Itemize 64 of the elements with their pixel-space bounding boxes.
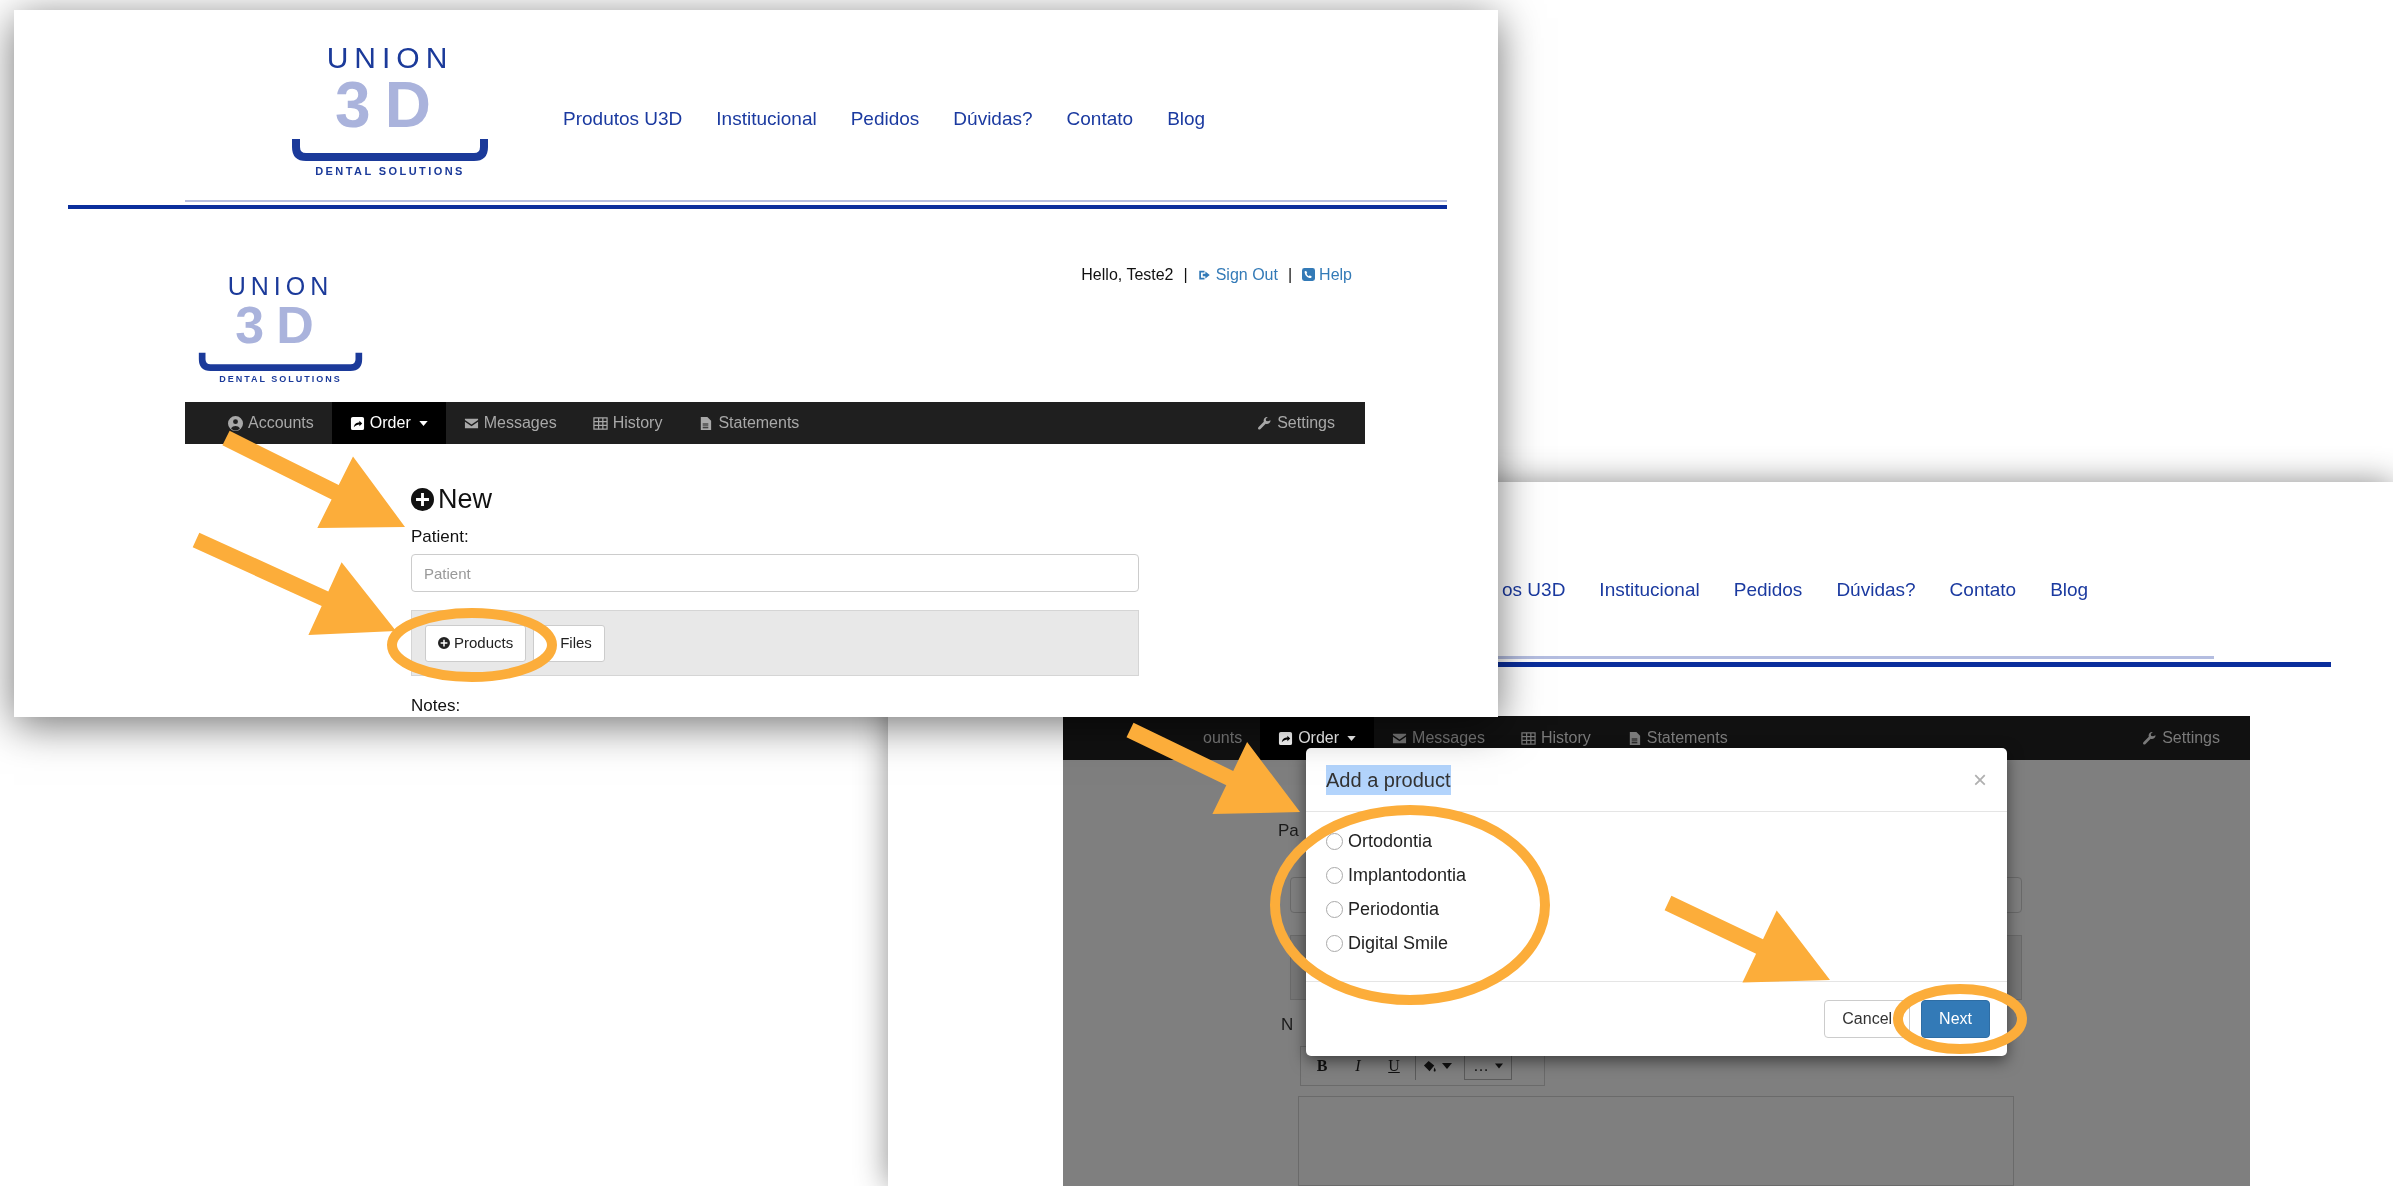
- form-label: Notes:: [411, 695, 462, 717]
- logo-mark: 3D: [335, 73, 445, 137]
- nav-tab[interactable]: Order: [331, 402, 446, 444]
- radio-button[interactable]: [1326, 935, 1343, 952]
- option-label: Ortodontia: [1348, 830, 1433, 853]
- paint-bucket-icon: [1422, 1058, 1439, 1074]
- logo-wordmark: UNION: [227, 273, 334, 299]
- nav-tab[interactable]: History: [574, 402, 681, 444]
- separator-text: |: [1183, 264, 1188, 285]
- nav-link[interactable]: Institucional: [1599, 576, 1700, 604]
- nav-tab[interactable]: Settings: [1239, 402, 1353, 444]
- logo-wordmark: UNION: [326, 43, 454, 73]
- caret-icon: [1495, 1063, 1503, 1069]
- wrench-icon: [2142, 730, 2158, 746]
- nav-link[interactable]: Dúvidas?: [1836, 576, 1916, 604]
- radio-button[interactable]: [1326, 901, 1343, 918]
- nav-tab[interactable]: Messages: [445, 402, 575, 444]
- option-label: Periodontia: [1348, 898, 1440, 921]
- logo-tagline: DENTAL SOLUTIONS: [315, 164, 465, 179]
- nav-link[interactable]: Institucional: [716, 105, 817, 133]
- option-label: Digital Smile: [1348, 932, 1449, 955]
- form-label: Pa: [1278, 820, 1299, 842]
- document-icon: [698, 415, 714, 431]
- nav-link[interactable]: Contato: [1949, 576, 2017, 604]
- sign-out-link[interactable]: Sign Out: [1197, 263, 1278, 286]
- radio-button[interactable]: [1326, 833, 1343, 850]
- caret-icon: [1442, 1063, 1452, 1069]
- nav-tab[interactable]: Statements: [1608, 716, 1746, 760]
- nav-link[interactable]: Pedidos: [850, 105, 920, 133]
- nav-link[interactable]: Blog: [2050, 576, 2089, 604]
- logo-mark: 3D: [235, 298, 326, 351]
- nav-tab[interactable]: Statements: [680, 402, 818, 444]
- table-icon: [1520, 730, 1536, 746]
- nav-tab[interactable]: History: [1502, 716, 1609, 760]
- nav-tab[interactable]: Settings: [2124, 716, 2238, 760]
- caret-icon: [1347, 735, 1357, 741]
- nav-link[interactable]: Dúvidas?: [953, 105, 1033, 133]
- radio-button[interactable]: [1326, 867, 1343, 884]
- dropdown-value: …: [1473, 1056, 1489, 1076]
- modal-title: Add a product: [1326, 764, 1451, 795]
- wrench-icon: [1257, 415, 1273, 431]
- format-button[interactable]: B: [1307, 1054, 1337, 1078]
- greeting-text: Hello, Teste2: [1081, 264, 1174, 285]
- nav-link[interactable]: Produtos U3D: [563, 105, 683, 133]
- separator-text: |: [1287, 264, 1293, 285]
- next-button[interactable]: Next: [1921, 1000, 1990, 1038]
- help-link[interactable]: Help: [1302, 263, 1352, 286]
- form-label: Patient:: [411, 526, 470, 548]
- nav-link[interactable]: os U3D: [1502, 576, 1566, 604]
- nav-link[interactable]: Blog: [1167, 105, 1206, 133]
- option-label: Implantodontia: [1348, 864, 1467, 887]
- format-button[interactable]: I: [1343, 1054, 1373, 1078]
- caret-icon: [418, 420, 428, 426]
- form-label: N: [1281, 1014, 1294, 1036]
- nav-link[interactable]: Contato: [1066, 105, 1134, 133]
- table-icon: [592, 415, 608, 431]
- products-button[interactable]: Products: [425, 624, 527, 662]
- format-button[interactable]: U: [1379, 1054, 1409, 1078]
- form-heading: New: [438, 484, 492, 514]
- nav-link[interactable]: Pedidos: [1733, 576, 1803, 604]
- phone-icon: [1302, 268, 1316, 282]
- logo-tagline: DENTAL SOLUTIONS: [219, 372, 342, 386]
- nav-tab[interactable]: Accounts: [210, 402, 332, 444]
- patient-input-field[interactable]: Patient: [411, 554, 1139, 592]
